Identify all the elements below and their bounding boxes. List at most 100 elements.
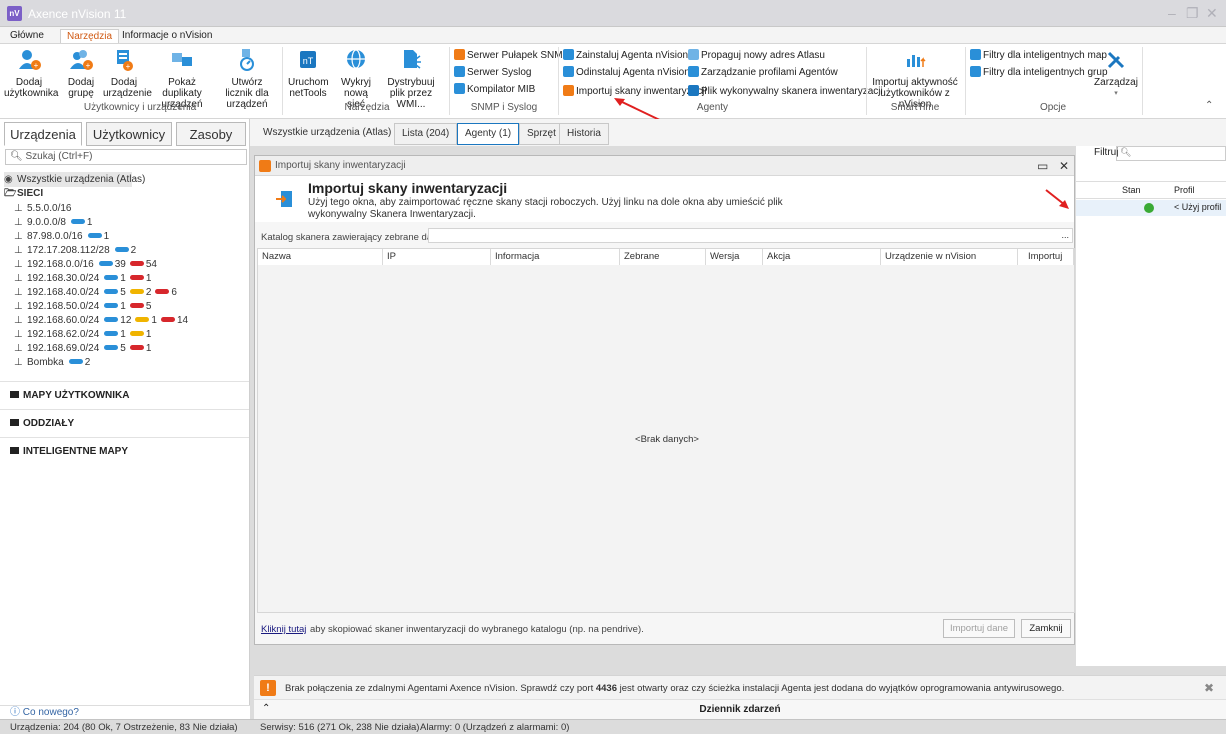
copy-scanner-link[interactable]: Kliknij tutaj [261, 624, 306, 635]
tree-network-item[interactable]: ⊥ 192.168.40.0/24 5 2 6 [14, 285, 177, 300]
dialog-heading: Importuj skany inwentaryzacji [308, 180, 508, 196]
tree-network-item[interactable]: ⊥ 192.168.69.0/24 5 1 [14, 341, 151, 356]
column-collected[interactable]: Zebrane [620, 249, 706, 265]
manage-button[interactable]: Zarządzaj ▾ [1094, 47, 1138, 99]
install-agent-button[interactable]: Zainstaluj Agenta nVision [563, 49, 688, 63]
search-input[interactable]: 🔍︎ Szukaj (Ctrl+F) [5, 149, 247, 165]
distribute-file-button[interactable]: Dystrybuuj plik przez WMI... [383, 47, 439, 110]
smart-group-filters-button[interactable]: Filtry dla inteligentnych grup [970, 66, 1108, 80]
dismiss-alert-icon[interactable]: ✖ [1204, 681, 1214, 695]
tree-network-item[interactable]: ⊥ 192.168.62.0/24 1 1 [14, 327, 151, 342]
dialog-app-icon [259, 160, 271, 172]
compiler-icon [454, 83, 465, 94]
section-branches[interactable]: ODDZIAŁY [0, 409, 249, 437]
syslog-server-button[interactable]: Serwer Syslog [454, 66, 531, 80]
column-name[interactable]: Nazwa [258, 249, 383, 265]
add-user-label: Dodaj użytkownika [4, 77, 59, 99]
tree-network-item[interactable]: ⊥ 5.5.0.0/16 [14, 201, 71, 216]
network-name: 5.5.0.0/16 [27, 203, 72, 214]
whats-new-link[interactable]: ⓘ Co nowego? [0, 705, 250, 719]
tab-devices[interactable]: Urządzenia [4, 122, 82, 146]
import-smarttime-button[interactable]: Importuj aktywność użytkowników z nVisio… [870, 47, 960, 110]
window-title: Axence nVision 11 [28, 7, 127, 21]
create-counter-button[interactable]: Utwórz licznik dla urządzeń [218, 47, 276, 110]
tab-agents[interactable]: Agenty (1) [457, 123, 520, 145]
tree-network-item[interactable]: ⊥ Bombka 2 [14, 355, 90, 370]
restore-icon[interactable]: ❐ [1186, 5, 1199, 22]
column-version[interactable]: Wersja [706, 249, 763, 265]
tree-network-item[interactable]: ⊥ 87.98.0.0/16 1 [14, 229, 109, 244]
tab-all-devices[interactable]: Wszystkie urządzenia (Atlas) [256, 123, 398, 145]
snmp-trap-server-button[interactable]: Serwer Pułapek SNMP [454, 49, 569, 63]
globe-icon: ◉ [4, 174, 13, 185]
whats-new-label: Co nowego? [22, 707, 79, 718]
main-tab-bar: Wszystkie urządzenia (Atlas) Lista (204)… [250, 119, 1226, 146]
add-device-button[interactable]: + Dodaj urządzenie [103, 47, 152, 99]
close-dialog-button[interactable]: Zamknij [1021, 619, 1071, 638]
column-action[interactable]: Akcja [763, 249, 881, 265]
tree-network-item[interactable]: ⊥ 9.0.0.0/8 1 [14, 215, 92, 230]
ribbon-tab-informacje[interactable]: Informacje o nVision [116, 29, 218, 44]
column-ip[interactable]: IP [383, 249, 491, 265]
tree-networks-folder[interactable]: 🗁︎SIECI [4, 186, 43, 201]
app-logo-icon: nV [7, 6, 22, 21]
section-user-maps-label: MAPY UŻYTKOWNIKA [23, 390, 130, 401]
catalog-path-input[interactable]: ... [428, 228, 1073, 243]
section-user-maps[interactable]: MAPY UŻYTKOWNIKA [0, 381, 249, 409]
section-smart-maps[interactable]: INTELIGENTNE MAPY [0, 437, 249, 465]
mib-compiler-button[interactable]: Kompilator MIB [454, 83, 535, 97]
agent-profiles-button[interactable]: Zarządzanie profilami Agentów [688, 66, 838, 80]
close-window-icon[interactable]: ✕ [1206, 5, 1218, 22]
nettools-icon: nT [300, 51, 316, 68]
warning-count: 1 [145, 329, 152, 340]
tab-hardware[interactable]: Sprzęt [519, 123, 564, 145]
tab-assets[interactable]: Zasoby [176, 122, 246, 146]
tab-history[interactable]: Historia [559, 123, 609, 145]
event-log-bar[interactable]: ⌃ Dziennik zdarzeń [254, 699, 1226, 719]
ribbon-tab-narzedzia[interactable]: Narzędzia [60, 29, 120, 44]
add-group-button[interactable]: + Dodaj grupę [62, 47, 100, 99]
discover-network-button[interactable]: Wykryj nową sieć [336, 47, 376, 110]
tree-network-item[interactable]: ⊥ 192.168.50.0/24 1 5 [14, 299, 151, 314]
network-name: 192.168.0.0/16 [27, 259, 94, 270]
propagate-atlas-address-button[interactable]: Propaguj nowy adres Atlasu [688, 49, 825, 63]
minimize-icon[interactable]: – [1168, 5, 1176, 21]
dialog-header: Importuj skany inwentaryzacji Użyj tego … [255, 176, 1074, 222]
tab-users[interactable]: Użytkownicy [86, 122, 172, 146]
tab-list[interactable]: Lista (204) [394, 123, 458, 145]
filter-input[interactable]: 🔍︎ [1116, 146, 1226, 161]
column-profile[interactable]: Profil [1174, 185, 1195, 195]
tree-network-item[interactable]: ⊥ 192.168.0.0/16 39 54 [14, 257, 157, 272]
tree-network-item[interactable]: ⊥ 192.168.60.0/24 12 1 14 [14, 313, 188, 328]
import-data-button[interactable]: Importuj dane [943, 619, 1015, 638]
network-name: Bombka [27, 357, 64, 368]
dialog-close-icon[interactable]: ✕ [1059, 156, 1069, 176]
alert-text-after: jest otwarty oraz czy ścieżka instalacji… [619, 683, 1065, 694]
maximize-icon[interactable]: ▭ [1037, 156, 1048, 176]
tree-network-item[interactable]: ⊥ 172.17.208.112/28 2 [14, 243, 136, 258]
column-info[interactable]: Informacja [491, 249, 620, 265]
uninstall-agent-button[interactable]: Odinstaluj Agenta nVision [563, 66, 690, 80]
ok-count: 12 [120, 315, 132, 326]
annotation-arrow-icon [1045, 189, 1069, 209]
column-import[interactable]: Importuj [1018, 249, 1074, 265]
scanner-executable-button[interactable]: Plik wykonywalny skanera inwentaryzacji [688, 85, 883, 99]
ribbon-tab-glowne[interactable]: Główne [4, 29, 50, 44]
run-nettools-label: Uruchom netTools [288, 77, 329, 99]
add-user-button[interactable]: + Dodaj użytkownika [4, 47, 58, 99]
column-nvision-device[interactable]: Urządzenie w nVision [881, 249, 1018, 265]
ok-bar [104, 275, 119, 281]
tree-root-atlas[interactable]: ◉ Wszystkie urządzenia (Atlas) [4, 172, 145, 187]
column-status[interactable]: Stan [1122, 185, 1141, 195]
down-count: 5 [145, 301, 152, 312]
show-duplicates-button[interactable]: Pokaż duplikaty urządzeń [152, 47, 212, 110]
svg-text:nT: nT [303, 56, 314, 66]
browse-button[interactable]: ... [1061, 230, 1069, 240]
tree-networks-label: SIECI [17, 188, 44, 199]
run-nettools-button[interactable]: nT Uruchom netTools [288, 47, 329, 99]
collapse-ribbon-icon[interactable]: ⌃ [1205, 100, 1213, 111]
filter-icon [970, 66, 981, 77]
down-bar [160, 317, 175, 323]
tree-network-item[interactable]: ⊥ 192.168.30.0/24 1 1 [14, 271, 151, 286]
smart-map-filters-button[interactable]: Filtry dla inteligentnych map [970, 49, 1107, 63]
